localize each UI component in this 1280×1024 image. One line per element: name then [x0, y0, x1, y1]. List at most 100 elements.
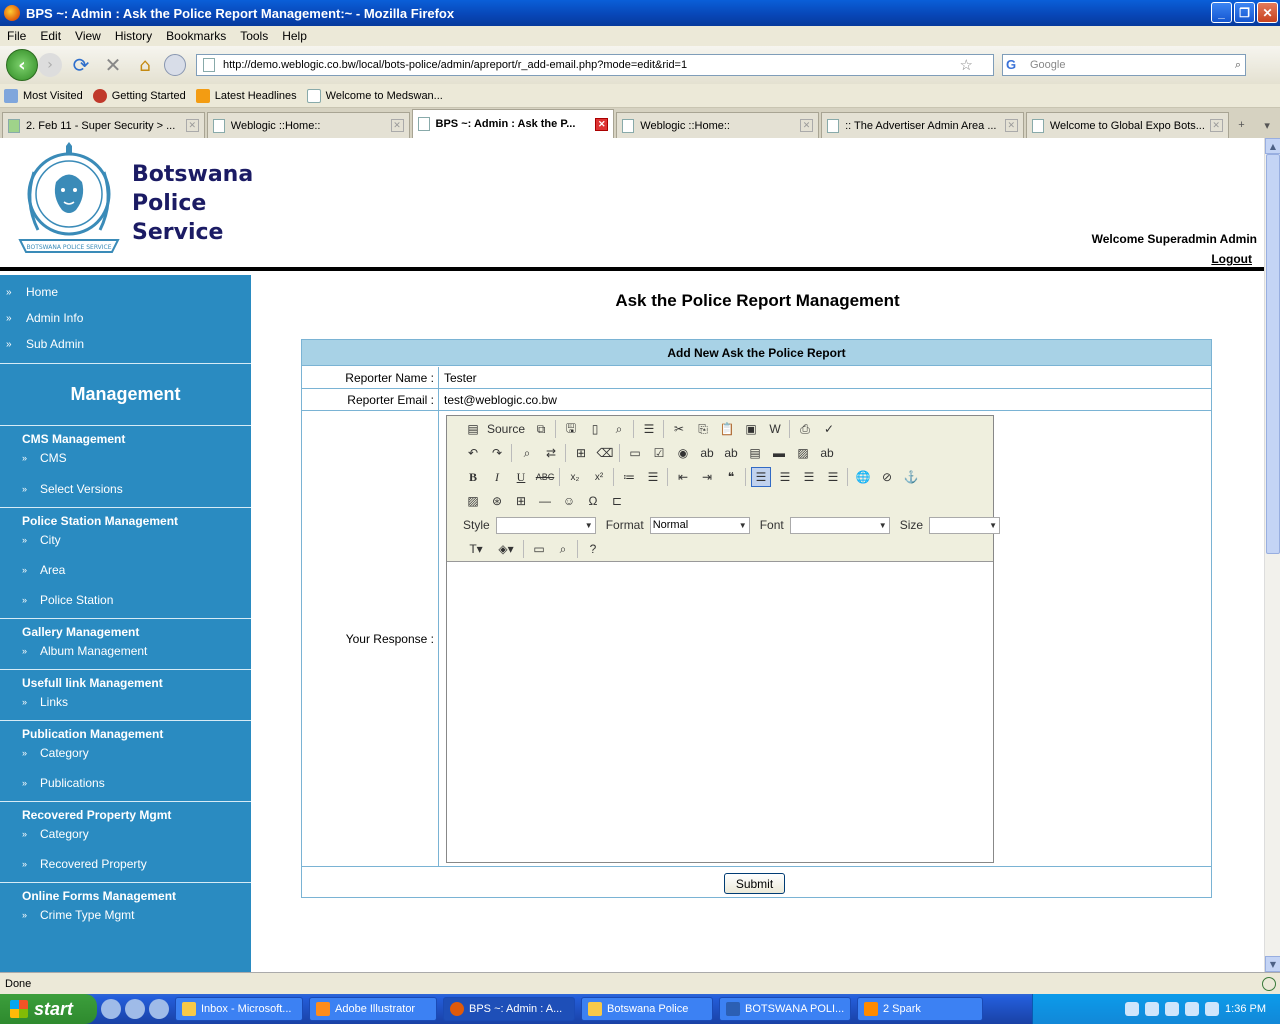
new-page-icon[interactable]: ▯ [585, 419, 605, 439]
task-illustrator[interactable]: Adobe Illustrator [309, 997, 437, 1021]
bookmark-most-visited[interactable]: Most Visited [4, 88, 83, 103]
sidebar-item-sub-admin[interactable]: » Sub Admin [0, 331, 251, 357]
back-button[interactable]: ‹ [6, 49, 38, 81]
paste-icon[interactable]: 📋 [717, 419, 737, 439]
menu-tools[interactable]: Tools [233, 29, 275, 43]
search-bar[interactable]: G Google ⌕ [1002, 54, 1246, 76]
close-tab-icon[interactable]: ✕ [595, 117, 609, 131]
tab-global-expo[interactable]: Welcome to Global Expo Bots... ✕ [1025, 112, 1229, 138]
tray-icon[interactable] [1125, 1002, 1140, 1016]
redo-icon[interactable]: ↷ [487, 443, 507, 463]
form-icon[interactable]: ▭ [625, 443, 645, 463]
outdent-icon[interactable]: ⇤ [673, 467, 693, 487]
table-icon[interactable]: ⊞ [511, 491, 531, 511]
image-icon[interactable]: ▨ [463, 491, 483, 511]
button-field-icon[interactable]: ▬ [769, 443, 789, 463]
sidebar-item-admin-info[interactable]: » Admin Info [0, 305, 251, 331]
tab-bps-admin[interactable]: BPS ~: Admin : Ask the P... ✕ [411, 109, 615, 138]
minimize-button[interactable]: _ [1211, 2, 1232, 23]
sidebar-item-category-2[interactable]: » Category [0, 824, 251, 844]
close-tab-icon[interactable]: ✕ [390, 119, 404, 132]
page-scrollbar[interactable]: ▲ ▼ [1264, 138, 1280, 972]
home-icon[interactable]: ⌂ [132, 55, 158, 76]
start-button[interactable]: start [0, 994, 97, 1024]
forward-button[interactable]: › [38, 53, 62, 77]
print-icon[interactable]: ⎙ [795, 419, 815, 439]
bullet-list-icon[interactable]: ☰ [643, 467, 663, 487]
menu-history[interactable]: History [108, 29, 159, 43]
chat-icon[interactable] [164, 54, 186, 76]
align-center-icon[interactable]: ☰ [775, 467, 795, 487]
task-spark[interactable]: 2 Spark [857, 997, 983, 1021]
smiley-icon[interactable]: ☺ [559, 491, 579, 511]
task-botswana-word[interactable]: BOTSWANA POLI... [719, 997, 851, 1021]
background-color-icon[interactable]: ◈▾ [493, 539, 519, 559]
flash-icon[interactable]: ⊛ [487, 491, 507, 511]
hidden-field-icon[interactable]: ab [817, 443, 837, 463]
sidebar-item-cms[interactable]: » CMS [0, 448, 251, 468]
sidebar-item-links[interactable]: » Links [0, 692, 251, 712]
replace-icon[interactable]: ⇄ [541, 443, 561, 463]
sidebar-item-album[interactable]: » Album Management [0, 641, 251, 661]
menu-bookmarks[interactable]: Bookmarks [159, 29, 233, 43]
tab-weblogic-home[interactable]: Weblogic ::Home:: ✕ [206, 112, 410, 138]
source-icon[interactable]: ▤ [463, 419, 483, 439]
google-icon[interactable]: G [1006, 57, 1026, 73]
menu-view[interactable]: View [68, 29, 108, 43]
tab-super-security[interactable]: 2. Feb 11 - Super Security > ... ✕ [2, 112, 205, 138]
templates-icon[interactable]: ☰ [639, 419, 659, 439]
editor-text-area[interactable] [447, 562, 993, 862]
url-text[interactable]: http://demo.weblogic.co.bw/local/bots-po… [223, 59, 687, 71]
select-field-icon[interactable]: ▤ [745, 443, 765, 463]
task-inbox[interactable]: Inbox - Microsoft... [175, 997, 303, 1021]
numbered-list-icon[interactable]: ≔ [619, 467, 639, 487]
undo-icon[interactable]: ↶ [463, 443, 483, 463]
about-icon[interactable]: ? [583, 539, 603, 559]
format-dropdown[interactable]: Normal ▼ [649, 516, 750, 534]
style-dropdown[interactable]: ▼ [495, 516, 596, 534]
url-bar[interactable]: http://demo.weblogic.co.bw/local/bots-po… [196, 54, 994, 76]
superscript-icon[interactable]: x² [589, 467, 609, 487]
new-tab-icon[interactable]: + [1229, 112, 1255, 138]
radio-icon[interactable]: ◉ [673, 443, 693, 463]
sidebar-item-home[interactable]: » Home [0, 279, 251, 305]
strikethrough-icon[interactable]: ABC [535, 467, 555, 487]
tray-icon[interactable] [1205, 1002, 1220, 1016]
submit-button[interactable]: Submit [724, 873, 785, 894]
close-tab-icon[interactable]: ✕ [800, 119, 814, 132]
subscript-icon[interactable]: x₂ [565, 467, 585, 487]
stop-icon[interactable]: ✕ [100, 53, 126, 77]
save-icon[interactable]: 🖫 [561, 419, 581, 439]
align-left-icon[interactable]: ☰ [751, 467, 771, 487]
find-icon[interactable]: ⌕ [517, 443, 537, 463]
maximize-editor-icon[interactable]: ▭ [529, 539, 549, 559]
close-tab-icon[interactable]: ✕ [1209, 119, 1223, 132]
sidebar-item-crime-type[interactable]: » Crime Type Mgmt [0, 905, 251, 925]
bold-icon[interactable]: B [463, 467, 483, 487]
menu-help[interactable]: Help [275, 29, 314, 43]
copy-icon[interactable]: ⧉ [531, 419, 551, 439]
textarea-icon[interactable]: ab [721, 443, 741, 463]
maximize-button[interactable]: ❐ [1234, 2, 1255, 23]
scrollbar-thumb[interactable] [1266, 154, 1280, 554]
menu-file[interactable]: File [0, 29, 33, 43]
search-input[interactable]: Google [1030, 59, 1065, 71]
tab-list-icon[interactable]: ▾ [1254, 112, 1280, 138]
sidebar-item-recovered-property[interactable]: » Recovered Property [0, 854, 251, 874]
link-icon[interactable]: 🌐 [853, 467, 873, 487]
bookmark-star-icon[interactable]: ☆ [960, 56, 973, 74]
select-all-icon[interactable]: ⊞ [571, 443, 591, 463]
show-blocks-icon[interactable]: ⌕ [553, 539, 573, 559]
bookmark-latest-headlines[interactable]: Latest Headlines [195, 88, 297, 103]
underline-icon[interactable]: U [511, 467, 531, 487]
textfield-icon[interactable]: ab [697, 443, 717, 463]
search-icon[interactable]: ⌕ [1235, 59, 1241, 72]
tray-icon[interactable] [1145, 1002, 1160, 1016]
scroll-up-icon[interactable]: ▲ [1265, 138, 1280, 154]
font-dropdown[interactable]: ▼ [789, 516, 890, 534]
align-justify-icon[interactable]: ☰ [823, 467, 843, 487]
bookmark-medswan[interactable]: Welcome to Medswan... [306, 88, 443, 103]
indent-icon[interactable]: ⇥ [697, 467, 717, 487]
task-botswana-police-folder[interactable]: Botswana Police [581, 997, 713, 1021]
unlink-icon[interactable]: ⊘ [877, 467, 897, 487]
